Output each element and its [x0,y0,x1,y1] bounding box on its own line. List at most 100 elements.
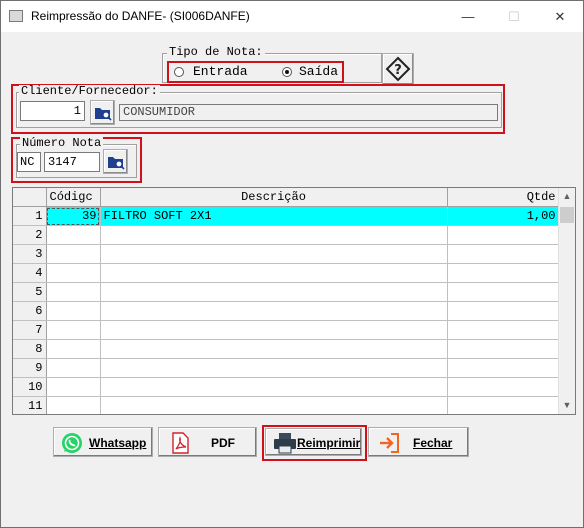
cell-codigo[interactable] [46,339,101,359]
cell-qtde[interactable] [447,396,560,414]
scroll-thumb[interactable] [560,207,574,223]
cell-descricao[interactable] [100,377,448,397]
folder-search-icon [108,157,125,170]
cell-descricao[interactable] [100,282,448,302]
numero-nota-legend: Número Nota [20,136,104,150]
row-number[interactable]: 3 [13,244,47,264]
cell-qtde[interactable] [447,263,560,283]
column-header-codigo[interactable]: Códigc [46,188,101,207]
maximize-button: ☐ [508,9,520,24]
help-button[interactable]: ? [382,53,414,85]
cell-codigo[interactable] [46,301,101,321]
table-row[interactable]: 2 [13,225,560,245]
minimize-button[interactable]: — [445,1,491,32]
items-table: Códigc Descrição Qtde 1 39 FILTRO SOFT 2X1… [13,188,560,414]
items-grid[interactable]: Códigc Descrição Qtde 1 39 FILTRO SOFT 2X1… [12,187,576,415]
cliente-code-input[interactable]: 1 [20,101,85,121]
cell-descricao[interactable] [100,225,448,245]
column-header-qtde[interactable]: Qtde [447,188,560,207]
folder-search-icon [95,108,112,121]
cell-codigo[interactable] [46,244,101,264]
cell-codigo[interactable] [46,320,101,340]
grid-header-row: Códigc Descrição Qtde [13,188,560,207]
scroll-up-arrow-icon[interactable]: ▲ [559,188,575,205]
nota-lookup-button[interactable] [103,149,128,174]
table-row[interactable]: 7 [13,320,560,340]
cell-descricao[interactable] [100,339,448,359]
grid-corner-cell [13,188,47,207]
nota-number-input[interactable]: 3147 [44,152,100,172]
pdf-button-label: PDF [211,436,235,450]
table-row[interactable]: 11 [13,396,560,414]
table-row[interactable]: 5 [13,282,560,302]
row-number[interactable]: 4 [13,263,47,283]
cell-descricao[interactable] [100,244,448,264]
cell-codigo[interactable] [46,377,101,397]
cell-codigo[interactable] [46,225,101,245]
row-number[interactable]: 8 [13,339,47,359]
tipo-nota-legend: Tipo de Nota: [167,45,265,59]
pdf-button[interactable]: PDF [158,427,257,457]
close-button[interactable]: ✕ [537,1,583,32]
row-number[interactable]: 7 [13,320,47,340]
cell-codigo[interactable]: 39 [46,206,101,226]
cell-descricao[interactable] [100,396,448,414]
cliente-lookup-button[interactable] [90,100,115,125]
cell-descricao[interactable] [100,263,448,283]
help-glyph: ? [394,63,402,78]
app-icon [9,10,23,22]
title-bar: Reimpressão do DANFE- (SI006DANFE) — ☐ ✕ [1,1,583,32]
fechar-button[interactable]: Fechar [368,427,469,457]
row-number[interactable]: 11 [13,396,47,414]
cell-qtde[interactable] [447,339,560,359]
table-row[interactable]: 3 [13,244,560,264]
table-row[interactable]: 9 [13,358,560,378]
radio-saida-label[interactable]: Saída [299,64,338,79]
cell-qtde[interactable] [447,225,560,245]
cell-codigo[interactable] [46,282,101,302]
nota-series-input[interactable]: NC [17,152,41,172]
table-row[interactable]: 10 [13,377,560,397]
cell-qtde[interactable] [447,320,560,340]
cell-qtde[interactable] [447,358,560,378]
row-number[interactable]: 5 [13,282,47,302]
table-row[interactable]: 8 [13,339,560,359]
cell-codigo[interactable] [46,263,101,283]
cliente-name-field: CONSUMIDOR [119,104,498,121]
radio-entrada-label[interactable]: Entrada [193,64,248,79]
whatsapp-icon [62,433,82,453]
fechar-button-label: Fechar [413,436,453,450]
diamond-question-icon: ? [385,56,411,82]
cell-descricao[interactable] [100,301,448,321]
window-title: Reimpressão do DANFE- (SI006DANFE) [31,9,250,23]
cell-descricao[interactable] [100,320,448,340]
table-row[interactable]: 1 39 FILTRO SOFT 2X1 1,00 [13,206,560,226]
row-number[interactable]: 2 [13,225,47,245]
cell-qtde[interactable]: 1,00 [447,206,560,226]
table-row[interactable]: 4 [13,263,560,283]
row-number[interactable]: 6 [13,301,47,321]
whatsapp-button[interactable]: Whatsapp [53,427,153,457]
dialog-window: Reimpressão do DANFE- (SI006DANFE) — ☐ ✕… [0,0,584,528]
cell-descricao[interactable]: FILTRO SOFT 2X1 [100,206,448,226]
cell-codigo[interactable] [46,358,101,378]
cell-descricao[interactable] [100,358,448,378]
scroll-down-arrow-icon[interactable]: ▼ [559,397,575,414]
cell-codigo[interactable] [46,396,101,414]
exit-icon [380,433,399,453]
row-number[interactable]: 10 [13,377,47,397]
row-number[interactable]: 9 [13,358,47,378]
cell-qtde[interactable] [447,244,560,264]
row-number[interactable]: 1 [13,206,47,226]
grid-vertical-scrollbar[interactable]: ▲ ▼ [558,188,575,414]
cell-qtde[interactable] [447,282,560,302]
radio-entrada[interactable] [174,67,184,77]
cell-qtde[interactable] [447,377,560,397]
reimprimir-button-label: Reimprimir [297,436,361,450]
cell-qtde[interactable] [447,301,560,321]
radio-selected-dot [285,70,289,74]
column-header-descricao[interactable]: Descrição [100,188,448,207]
table-row[interactable]: 6 [13,301,560,321]
radio-saida[interactable] [282,67,292,77]
reimprimir-button[interactable]: Reimprimir [265,428,362,456]
